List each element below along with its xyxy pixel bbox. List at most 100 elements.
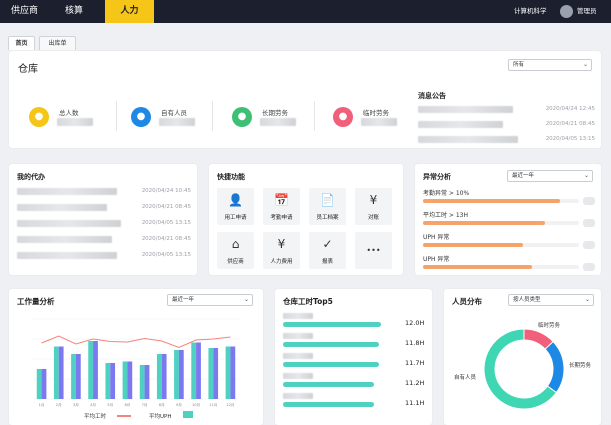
donut-slice-label: 自有人员: [454, 373, 477, 381]
top5-bar: [283, 342, 380, 347]
anomaly-bar-track: [423, 265, 579, 269]
uph-bar: [105, 363, 111, 399]
top5-bar: [283, 362, 379, 367]
notice-time: 2020/04/24 12:45: [545, 106, 595, 112]
anomaly-value-pill: [583, 219, 595, 227]
quick-tile-yen[interactable]: ¥ 对账: [355, 188, 392, 225]
distribution-donut-chart: 临时劳务长期劳务自有人员: [454, 321, 592, 410]
chevron-down-icon: ⌄: [582, 61, 588, 68]
nav-hr[interactable]: 人力: [105, 0, 154, 23]
legend-bar-swatch: [183, 411, 193, 418]
top5-warehouse-name: [283, 353, 313, 359]
top5-value: 11.2H: [405, 379, 425, 387]
page-title: 仓库: [18, 64, 38, 75]
quick-title: 快捷功能: [217, 173, 245, 181]
x-tick-label: 12月: [226, 402, 234, 407]
notice-item[interactable]: [418, 121, 503, 128]
uph-bar-shade: [230, 346, 236, 399]
todo-time: 2020/04/24 10:45: [141, 188, 191, 194]
anomaly-label: 考勤异常 > 10%: [423, 190, 470, 197]
x-tick-label: 1月: [39, 402, 45, 407]
todo-item[interactable]: [17, 252, 117, 259]
stat-value-long-term: [260, 118, 296, 126]
x-tick-label: 4月: [90, 402, 96, 407]
tab-outbound[interactable]: 出库单: [39, 36, 76, 50]
anomaly-bar-track: [423, 243, 579, 247]
uph-bar-shade: [58, 346, 64, 399]
quick-tile-clipboard[interactable]: ✓ 报表: [309, 232, 346, 269]
stat-value-temporary: [361, 118, 397, 126]
store-icon: ⌂: [231, 237, 240, 251]
uph-bar: [122, 361, 128, 399]
more-icon: •••: [366, 246, 381, 255]
todo-title: 我的代办: [17, 173, 45, 181]
top5-warehouse-name: [283, 373, 313, 379]
workload-card: 工作量分析 最近一年 ⌄ 1月 2月 3月 4月 5月 6月 7月 8月 9月 10月 11月 12月 …: [9, 289, 263, 425]
org-name[interactable]: 计算机科学: [514, 0, 547, 23]
stat-value-total: [57, 118, 93, 126]
uph-bar: [88, 341, 94, 399]
uph-bar-shade: [161, 354, 167, 399]
tab-home[interactable]: 首页: [8, 36, 35, 50]
anomaly-label: 平均工时 > 13H: [423, 212, 468, 219]
uph-bar-shade: [75, 354, 81, 399]
user-name[interactable]: 管理员: [577, 0, 597, 23]
yen-doc-icon: ¥: [277, 237, 286, 251]
anomaly-bar-fill: [423, 221, 545, 225]
top-navigation-bar: 供应商 核算 人力 计算机科学 管理员: [0, 0, 611, 23]
todo-item[interactable]: [17, 188, 117, 195]
nav-supplier[interactable]: 供应商: [11, 0, 41, 23]
notice-item[interactable]: [418, 106, 513, 113]
user-apply-icon: 👤: [228, 193, 243, 207]
person-icon: ●: [131, 107, 151, 127]
quick-functions-card: 快捷功能 👤 用工申请 📅 考勤申请 📄 员工档案 ¥ 对账 ⌂ 供应商 ¥ 人力费用 ✓ 报表 •••: [209, 164, 403, 275]
hours-line: [41, 335, 231, 349]
stat-label-total: 总人数: [59, 109, 79, 117]
quick-tile-more[interactable]: •••: [355, 232, 392, 269]
quick-tile-label: 供应商: [227, 259, 244, 265]
uph-bar: [71, 354, 76, 399]
nav-accounting[interactable]: 核算: [65, 0, 90, 23]
top5-title: 仓库工时Top5: [283, 297, 333, 306]
anomaly-period-select[interactable]: 最近一年 ⌄: [507, 170, 593, 182]
uph-bar: [53, 346, 59, 399]
warehouse-select[interactable]: 所有 ⌄: [508, 59, 592, 71]
x-tick-label: 9月: [176, 402, 182, 407]
donut-slice[interactable]: [544, 340, 565, 394]
quick-tile-label: 用工申请: [224, 215, 247, 221]
quick-tile-yen-doc[interactable]: ¥ 人力费用: [263, 232, 300, 269]
uph-bar-shade: [127, 361, 133, 399]
uph-bar-shade: [110, 363, 116, 399]
team-icon: ●: [232, 107, 252, 127]
legend-bar-label: 平均UPH: [149, 414, 172, 420]
quick-tile-store[interactable]: ⌂ 供应商: [217, 232, 254, 269]
chevron-down-icon: ⌄: [583, 172, 589, 179]
todo-item[interactable]: [17, 220, 121, 227]
workload-chart: 1月 2月 3月 4月 5月 6月 7月 8月 9月 10月 11月 12月: [33, 318, 239, 407]
top5-bar: [283, 402, 374, 407]
todo-item[interactable]: [17, 204, 107, 211]
top5-value: 11.8H: [405, 339, 425, 347]
person-icon: ●: [29, 107, 49, 127]
uph-bar: [156, 354, 162, 399]
todo-item[interactable]: [17, 236, 112, 243]
quick-tile-calendar[interactable]: 📅 考勤申请: [263, 188, 300, 225]
anomaly-bar-track: [423, 199, 579, 203]
top5-bar: [283, 322, 381, 327]
uph-bar: [36, 369, 42, 399]
notice-item[interactable]: [418, 136, 518, 143]
warehouse-card: 仓库 所有 ⌄ ● 总人数 ● 自有人员 ● 长期劳务 ● 临时劳务 消息公告 2…: [9, 51, 601, 148]
uph-bar-shade: [144, 365, 150, 399]
quick-tile-user-apply[interactable]: 👤 用工申请: [217, 188, 254, 225]
x-tick-label: 5月: [107, 402, 113, 407]
quick-tile-files[interactable]: 📄 员工档案: [309, 188, 346, 225]
uph-bar: [191, 342, 197, 399]
top5-warehouse-name: [283, 313, 313, 319]
avatar[interactable]: [560, 5, 573, 18]
x-tick-label: 2月: [56, 402, 62, 407]
top5-value: 12.0H: [405, 319, 425, 327]
top5-bar: [283, 382, 375, 387]
files-icon: 📄: [320, 193, 335, 207]
donut-slice-label: 长期劳务: [569, 361, 592, 369]
uph-bar-shade: [178, 350, 184, 399]
